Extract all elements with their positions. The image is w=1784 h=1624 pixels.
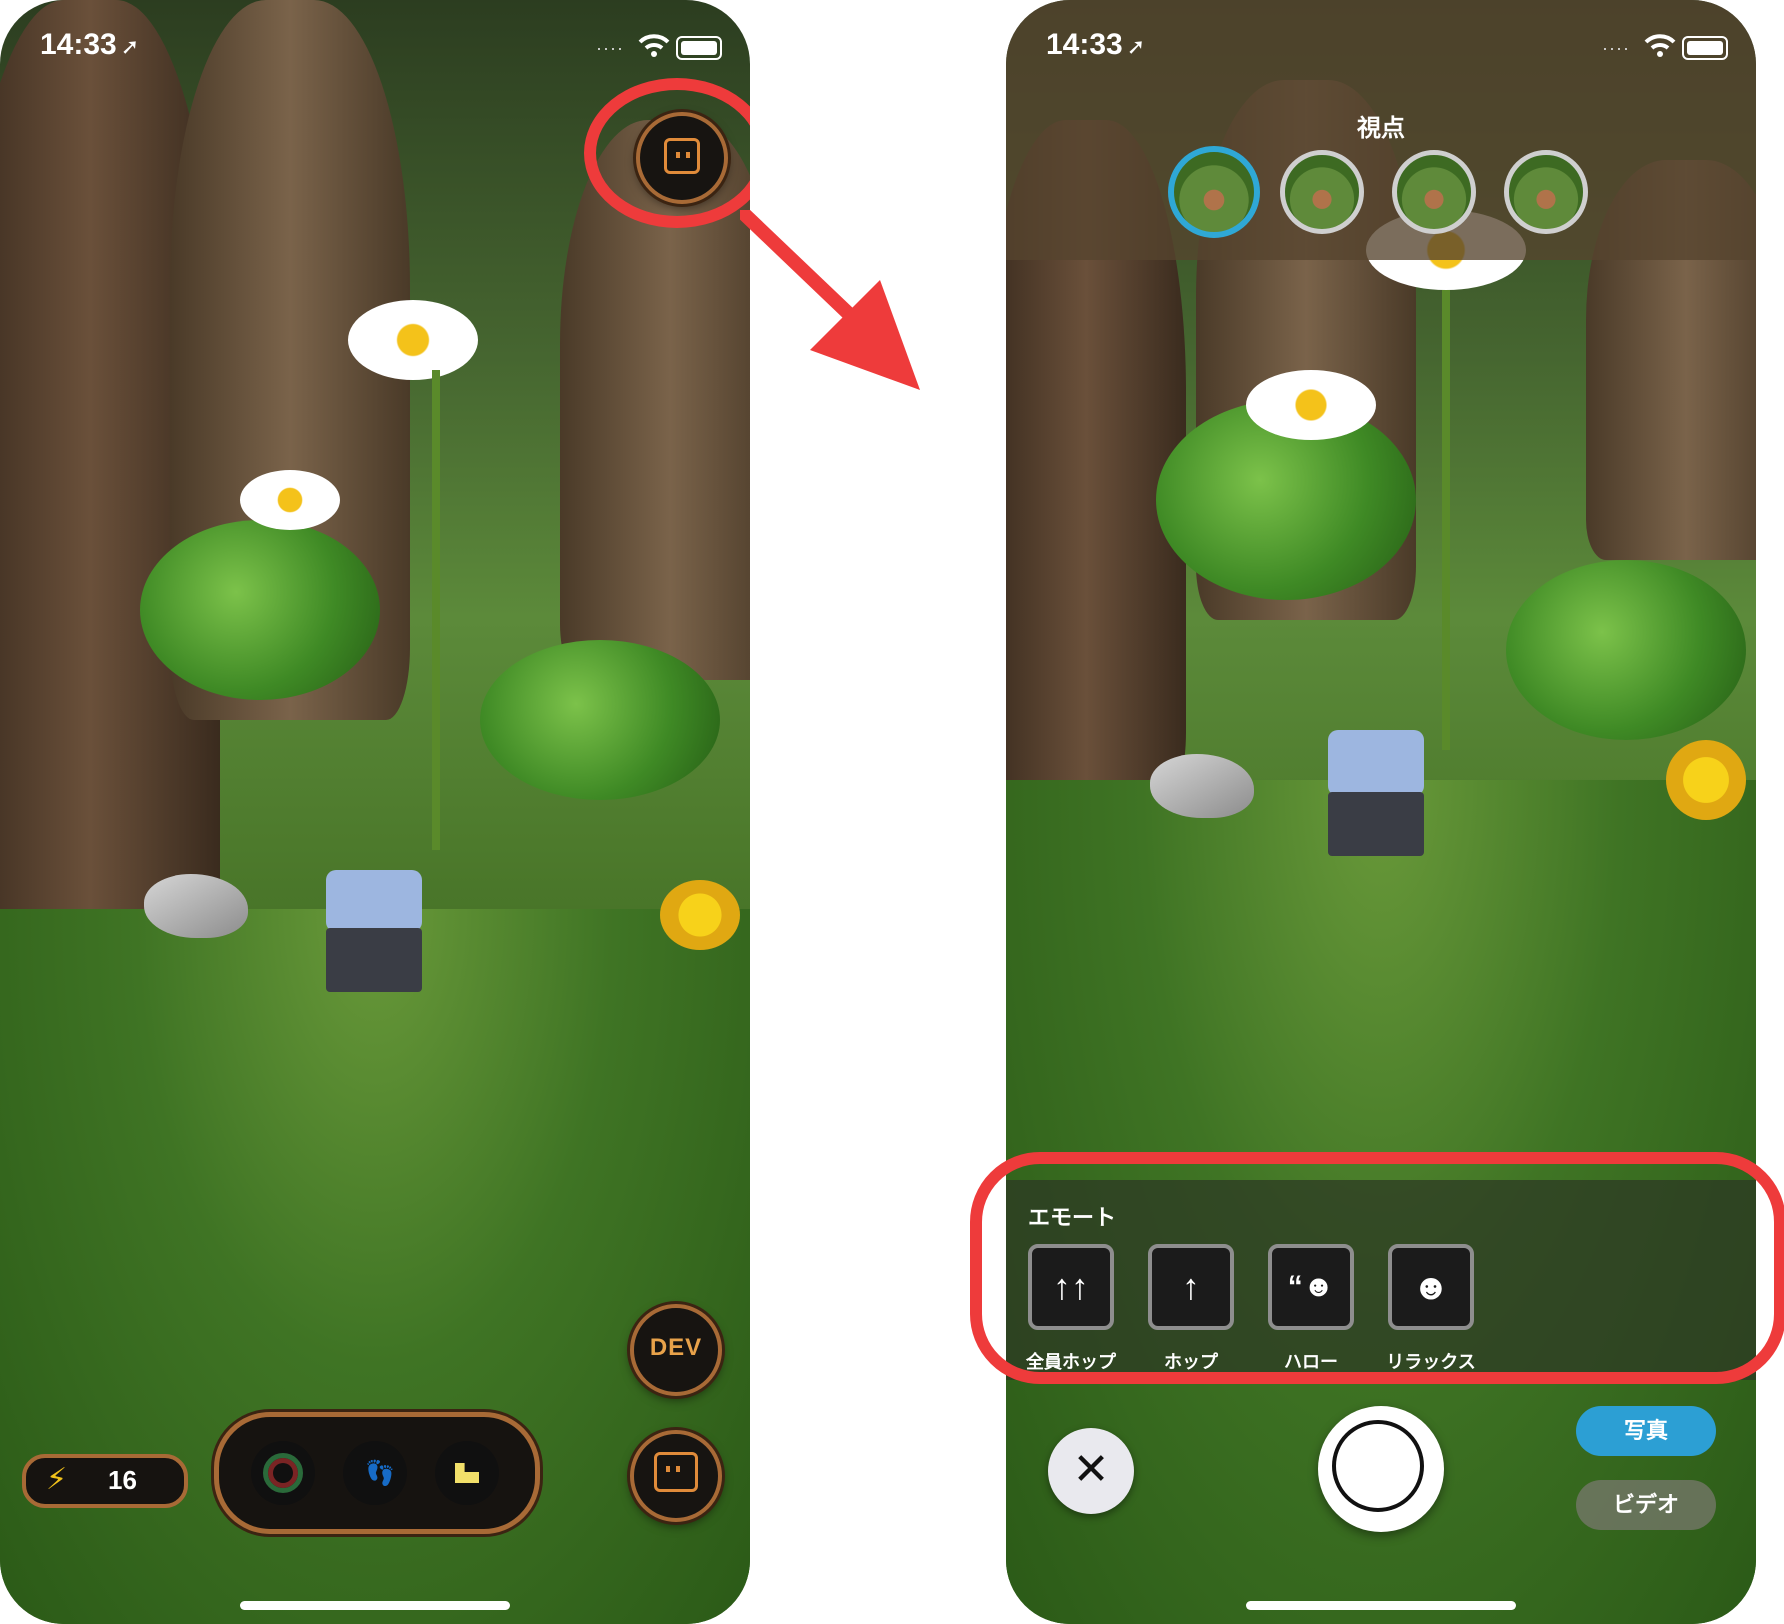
bush [1506, 560, 1746, 740]
tree-trunk [0, 0, 220, 980]
footsteps-icon: 👣 [365, 1460, 395, 1487]
left-phone-screen: 14:33 ➚ ···· DEV ⚡ 16 👣 [0, 0, 750, 1624]
status-time: 14:33 ➚ [1046, 28, 1146, 61]
energy-counter[interactable]: ⚡ 16 [22, 1454, 188, 1508]
shutter-button[interactable] [1318, 1406, 1444, 1532]
rock [144, 874, 248, 938]
callout-rectangle [970, 1152, 1784, 1384]
activity-ring-icon [263, 1453, 303, 1493]
home-indicator[interactable] [1246, 1601, 1516, 1610]
wifi-icon [1644, 34, 1676, 57]
cellular-signal-icon: ···· [1602, 38, 1630, 58]
viewpoint-option-2[interactable] [1280, 150, 1364, 234]
status-bar: 14:33 ➚ ···· [1006, 26, 1756, 66]
flower-stem [1442, 290, 1450, 750]
character-button[interactable] [630, 1430, 722, 1522]
activity-button-group: 👣 [214, 1412, 540, 1534]
daisy-flower [1246, 370, 1376, 440]
close-button[interactable]: ✕ [1048, 1428, 1134, 1514]
stats-button[interactable] [435, 1441, 499, 1505]
bush [480, 640, 720, 800]
photo-mode-button[interactable]: 写真 [1576, 1406, 1716, 1456]
viewpoint-option-1[interactable] [1168, 146, 1260, 238]
wifi-icon [638, 34, 670, 57]
viewpoint-option-4[interactable] [1504, 150, 1588, 234]
home-indicator[interactable] [240, 1601, 510, 1610]
location-arrow-icon: ➚ [1126, 34, 1146, 59]
daisy-flower [240, 470, 340, 530]
video-mode-button[interactable]: ビデオ [1576, 1480, 1716, 1530]
robot-face-icon [654, 1452, 698, 1492]
energy-value: 16 [108, 1465, 137, 1495]
bush [1156, 400, 1416, 600]
lightning-bolt-icon: ⚡ [46, 1463, 68, 1496]
bush [140, 520, 380, 700]
dev-label: DEV [649, 1334, 703, 1361]
callout-circle [584, 78, 750, 228]
cellular-signal-icon: ···· [596, 38, 624, 58]
battery-icon [676, 36, 722, 60]
status-time: 14:33 ➚ [40, 28, 140, 61]
activity-rings-button[interactable] [251, 1441, 315, 1505]
steps-button[interactable]: 👣 [343, 1441, 407, 1505]
viewpoint-option-3[interactable] [1392, 150, 1476, 234]
viewpoint-label: 視点 [1357, 115, 1405, 142]
rock [1150, 754, 1254, 818]
transition-arrow [740, 210, 920, 390]
flower-stem [432, 370, 440, 850]
close-icon: ✕ [1072, 1445, 1110, 1494]
stats-chart-icon [455, 1463, 479, 1483]
location-arrow-icon: ➚ [120, 34, 140, 59]
tree-trunk [170, 0, 410, 720]
dev-button[interactable]: DEV [630, 1304, 722, 1396]
daisy-flower [348, 300, 478, 380]
status-bar: 14:33 ➚ ···· [0, 26, 750, 66]
battery-icon [1682, 36, 1728, 60]
